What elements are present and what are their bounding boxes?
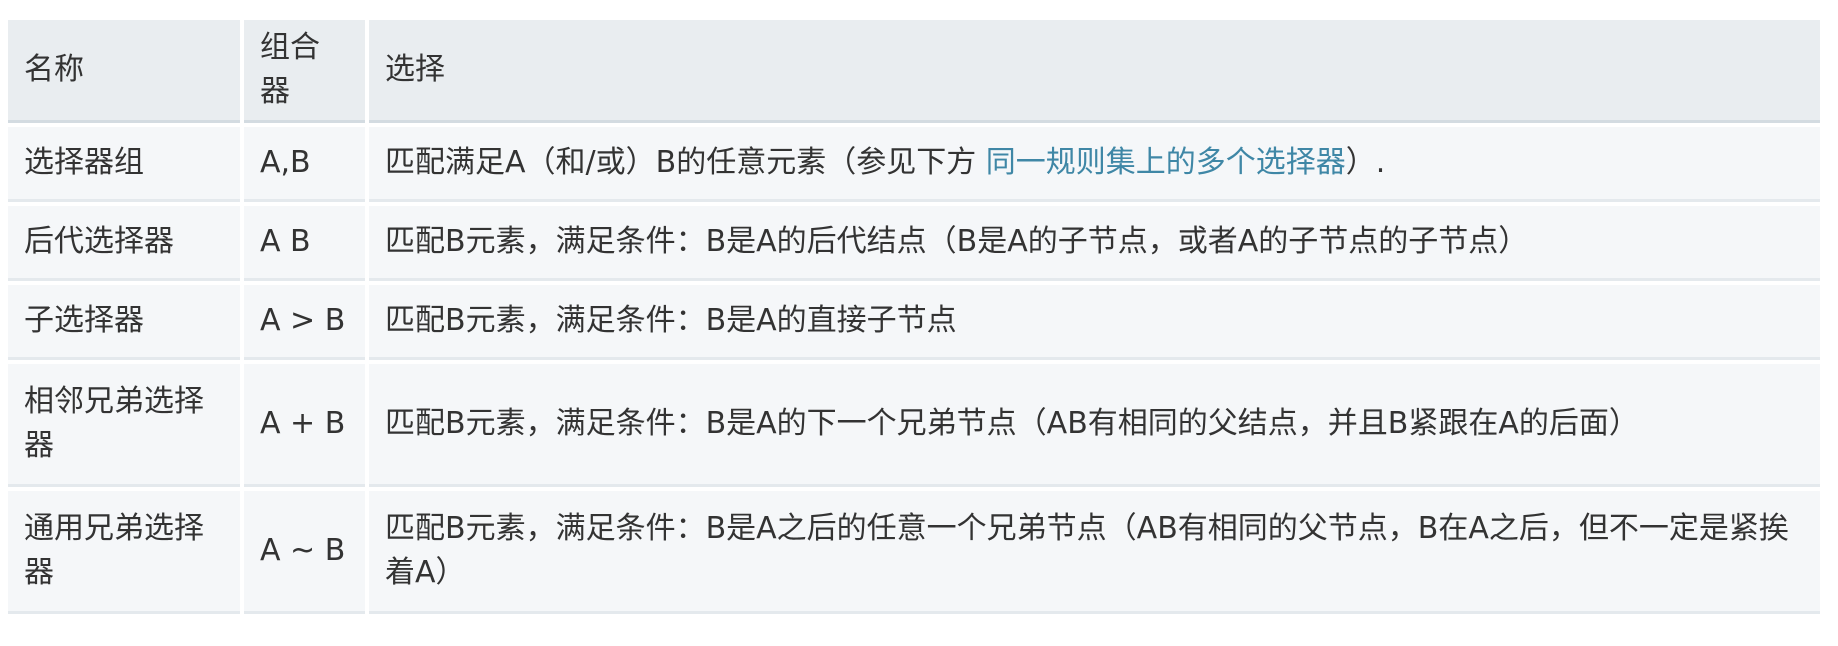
cell-description: 匹配满足A（和/或）B的任意元素（参见下方 同一规则集上的多个选择器）. [369, 127, 1820, 202]
cell-combinator: A + B [244, 364, 365, 487]
cell-description: 匹配B元素，满足条件：B是A之后的任意一个兄弟节点（AB有相同的父节点，B在A之… [369, 491, 1820, 614]
multiple-selectors-link[interactable]: 同一规则集上的多个选择器 [986, 145, 1346, 180]
selector-combinator-table: 名称 组合器 选择 选择器组 A,B 匹配满足A（和/或）B的任意元素（参见下方… [4, 16, 1824, 618]
description-text-after: ）. [1345, 145, 1386, 180]
cell-description: 匹配B元素，满足条件：B是A的直接子节点 [369, 285, 1820, 360]
cell-name: 相邻兄弟选择器 [8, 364, 240, 487]
cell-name: 通用兄弟选择器 [8, 491, 240, 614]
table-row-adjacent-sibling: 相邻兄弟选择器 A + B 匹配B元素，满足条件：B是A的下一个兄弟节点（AB有… [8, 364, 1820, 487]
cell-name: 选择器组 [8, 127, 240, 202]
cell-description: 匹配B元素，满足条件：B是A的后代结点（B是A的子节点，或者A的子节点的子节点） [369, 206, 1820, 281]
selector-combinator-table-container: 名称 组合器 选择 选择器组 A,B 匹配满足A（和/或）B的任意元素（参见下方… [8, 20, 1828, 614]
cell-name: 子选择器 [8, 285, 240, 360]
table-row-descendant: 后代选择器 A B 匹配B元素，满足条件：B是A的后代结点（B是A的子节点，或者… [8, 206, 1820, 281]
cell-name: 后代选择器 [8, 206, 240, 281]
table-row-general-sibling: 通用兄弟选择器 A ~ B 匹配B元素，满足条件：B是A之后的任意一个兄弟节点（… [8, 491, 1820, 614]
table-body: 选择器组 A,B 匹配满足A（和/或）B的任意元素（参见下方 同一规则集上的多个… [8, 127, 1820, 614]
cell-combinator: A B [244, 206, 365, 281]
header-name: 名称 [8, 20, 240, 123]
header-row: 名称 组合器 选择 [8, 20, 1820, 123]
description-text-before: 匹配满足A（和/或）B的任意元素（参见下方 [385, 145, 986, 180]
cell-combinator: A,B [244, 127, 365, 202]
table-header: 名称 组合器 选择 [8, 20, 1820, 123]
cell-combinator: A > B [244, 285, 365, 360]
header-selection: 选择 [369, 20, 1820, 123]
header-combinator: 组合器 [244, 20, 365, 123]
cell-description: 匹配B元素，满足条件：B是A的下一个兄弟节点（AB有相同的父结点，并且B紧跟在A… [369, 364, 1820, 487]
table-row-child: 子选择器 A > B 匹配B元素，满足条件：B是A的直接子节点 [8, 285, 1820, 360]
cell-combinator: A ~ B [244, 491, 365, 614]
table-row-selector-group: 选择器组 A,B 匹配满足A（和/或）B的任意元素（参见下方 同一规则集上的多个… [8, 127, 1820, 202]
